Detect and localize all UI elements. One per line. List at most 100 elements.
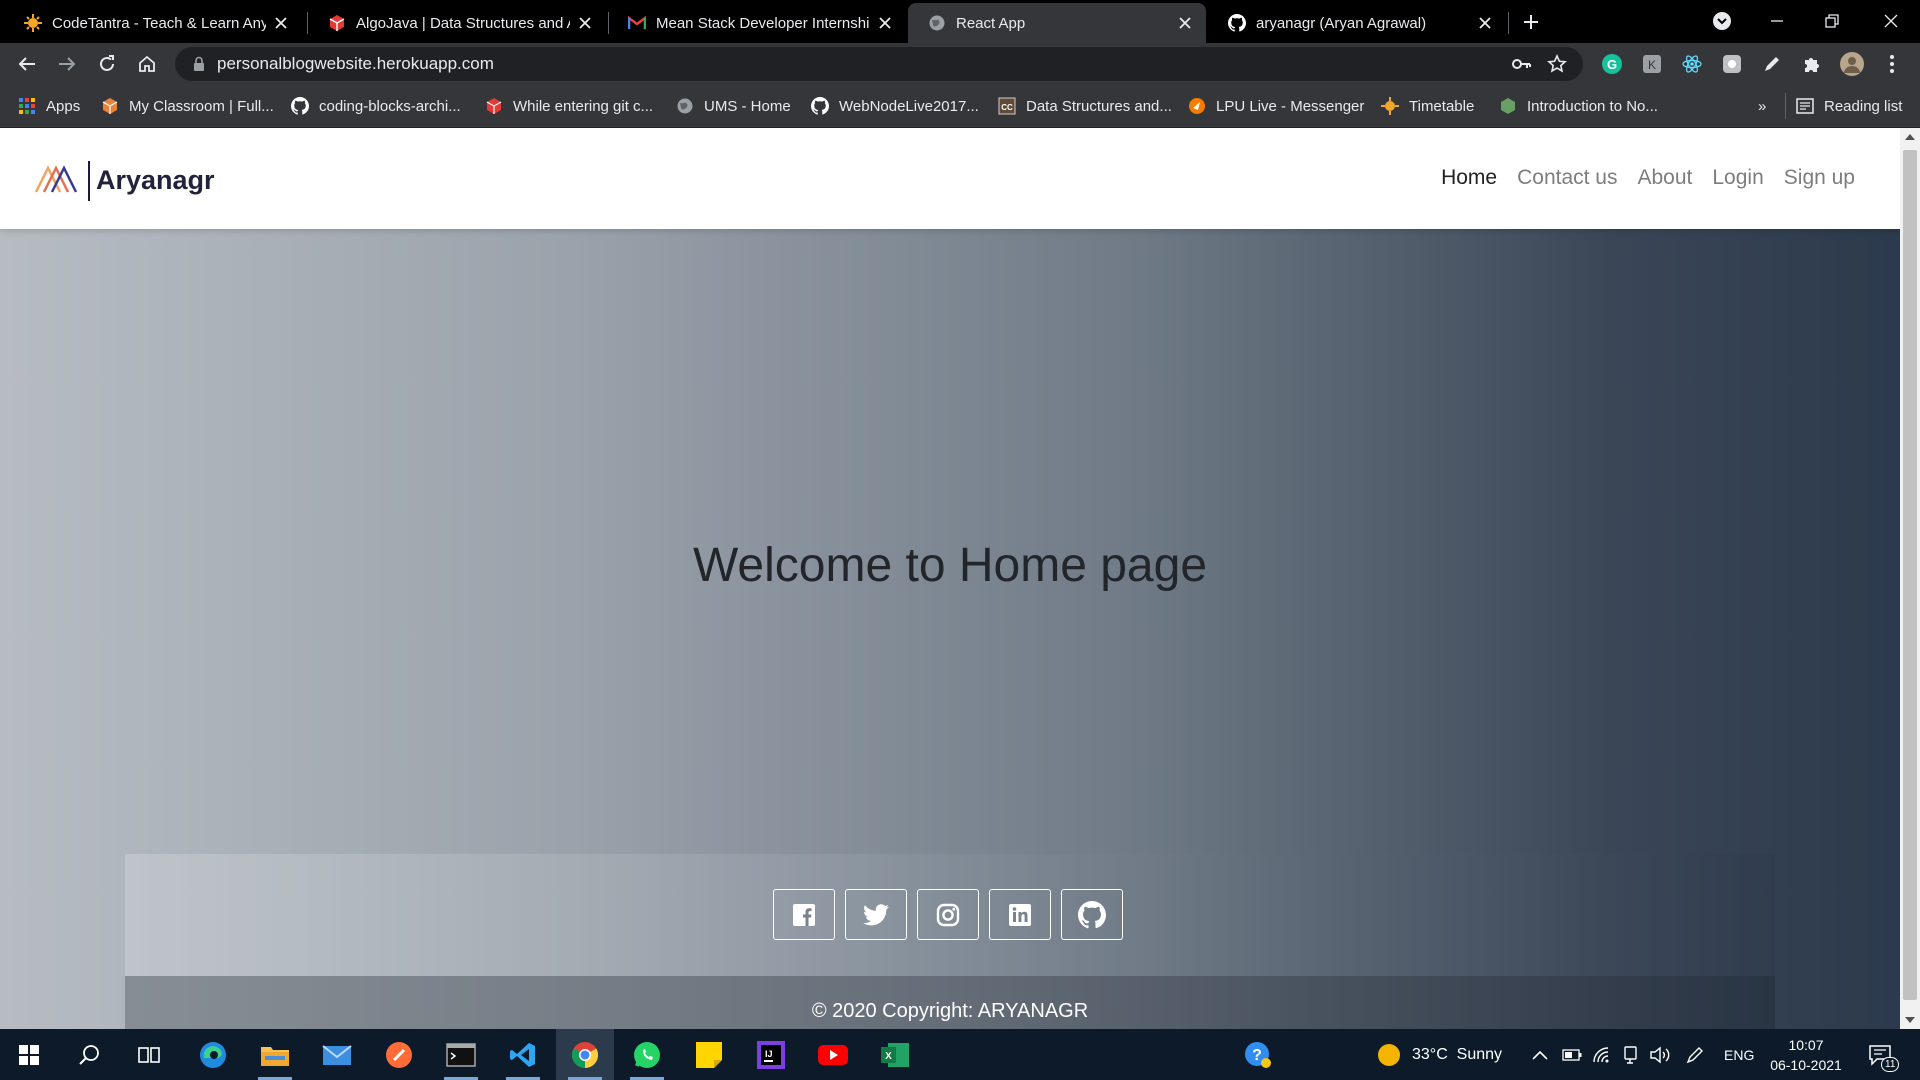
mail-taskbar-app[interactable] — [308, 1029, 366, 1080]
instagram-button[interactable] — [917, 889, 979, 940]
terminal-taskbar-app[interactable] — [432, 1029, 490, 1080]
home-icon[interactable] — [134, 51, 160, 77]
brand[interactable]: Aryanagr — [34, 160, 215, 201]
twitter-button[interactable] — [845, 889, 907, 940]
file-explorer-taskbar-app[interactable] — [246, 1029, 304, 1080]
pen-icon[interactable] — [1760, 52, 1784, 76]
chrome-taskbar-app[interactable] — [556, 1029, 614, 1080]
bookmark-star-icon[interactable] — [1547, 54, 1567, 79]
react-devtools-icon[interactable] — [1680, 52, 1704, 76]
tab-close-icon[interactable] — [576, 14, 594, 32]
tab-gmail[interactable]: Mean Stack Developer Internship — [608, 3, 906, 43]
minimize-icon[interactable] — [1764, 8, 1790, 34]
extension-k-icon[interactable]: K — [1640, 52, 1664, 76]
whatsapp-taskbar-app[interactable] — [618, 1029, 676, 1080]
linkedin-button[interactable] — [989, 889, 1051, 940]
reload-icon[interactable] — [94, 51, 120, 77]
intellij-icon: IJ — [757, 1040, 785, 1069]
tab-github[interactable]: aryanagr (Aryan Agrawal) — [1208, 3, 1506, 43]
clock[interactable]: 10:07 06-10-2021 — [1766, 1035, 1846, 1075]
excel-icon: X — [881, 1042, 909, 1067]
scrollbar-thumb[interactable] — [1903, 150, 1917, 1000]
tray-overflow-button[interactable] — [1532, 1029, 1548, 1080]
search-button[interactable] — [60, 1029, 118, 1080]
notification-center-button[interactable]: 11 — [1868, 1029, 1900, 1080]
tab-codetantra[interactable]: CodeTantra - Teach & Learn Anywhere — [4, 3, 302, 43]
input-language[interactable]: ENG — [1724, 1029, 1754, 1080]
tab-search-icon[interactable] — [1709, 8, 1735, 34]
scroll-up-arrow-icon[interactable] — [1905, 134, 1915, 140]
page-scrollbar[interactable] — [1900, 128, 1920, 1029]
bookmark-git[interactable]: While entering git c... — [485, 95, 653, 117]
nav-about[interactable]: About — [1637, 166, 1692, 190]
tab-close-icon[interactable] — [1476, 14, 1494, 32]
sticky-notes-icon — [696, 1041, 722, 1068]
weather-widget[interactable]: 33°C Sunny — [1376, 1029, 1502, 1080]
password-key-icon[interactable] — [1511, 55, 1531, 78]
facebook-button[interactable] — [773, 889, 835, 940]
bookmark-coding-blocks[interactable]: coding-blocks-archi... — [291, 95, 461, 117]
wifi-tray-icon[interactable] — [1592, 1029, 1612, 1080]
tab-close-icon[interactable] — [272, 14, 290, 32]
profile-avatar[interactable] — [1840, 52, 1864, 76]
bookmark-my-classroom[interactable]: My Classroom | Full... — [101, 95, 274, 117]
svg-text:CC: CC — [1001, 103, 1013, 112]
excel-taskbar-app[interactable]: X — [866, 1029, 924, 1080]
back-icon[interactable] — [14, 51, 40, 77]
bookmark-timetable[interactable]: Timetable — [1381, 95, 1474, 117]
bookmarks-divider — [1785, 93, 1786, 119]
forward-icon[interactable] — [54, 51, 80, 77]
task-view-button[interactable] — [120, 1029, 178, 1080]
twitter-icon — [863, 903, 889, 925]
scroll-down-arrow-icon[interactable] — [1905, 1017, 1915, 1023]
postman-taskbar-app[interactable] — [370, 1029, 428, 1080]
pen-workspace-tray-icon[interactable] — [1685, 1029, 1705, 1080]
lock-icon[interactable] — [193, 56, 205, 77]
github-button[interactable] — [1061, 889, 1123, 940]
youtube-taskbar-app[interactable] — [804, 1029, 862, 1080]
bookmark-introduction[interactable]: Introduction to No... — [1499, 95, 1658, 117]
nav-home[interactable]: Home — [1441, 166, 1497, 190]
start-button[interactable] — [0, 1029, 58, 1080]
browser-menu-icon[interactable] — [1880, 52, 1904, 76]
nav-sign-up[interactable]: Sign up — [1784, 166, 1855, 190]
sticky-notes-taskbar-app[interactable] — [680, 1029, 738, 1080]
bookmark-lpu-live[interactable]: LPU Live - Messenger — [1188, 95, 1364, 117]
bookmark-label: While entering git c... — [513, 97, 654, 115]
tab-close-icon[interactable] — [1176, 14, 1194, 32]
social-icons — [773, 889, 1123, 940]
volume-tray-icon[interactable] — [1650, 1029, 1670, 1080]
vscode-taskbar-app[interactable] — [494, 1029, 552, 1080]
browser-toolbar: personalblogwebsite.herokuapp.com G K — [0, 43, 1920, 85]
bookmark-webnodelive[interactable]: WebNodeLive2017... — [811, 95, 979, 117]
intellij-taskbar-app[interactable]: IJ — [742, 1029, 800, 1080]
edge-taskbar-app[interactable] — [184, 1029, 242, 1080]
codetantra-icon — [1381, 97, 1399, 115]
restore-icon[interactable] — [1819, 8, 1845, 34]
tab-react-app[interactable]: React App — [908, 3, 1206, 43]
cc-icon: CC — [998, 97, 1016, 115]
bookmark-ums-home[interactable]: UMS - Home — [676, 95, 791, 117]
windows-icon — [19, 1044, 39, 1065]
nav-contact-us[interactable]: Contact us — [1517, 166, 1617, 190]
battery-tray-icon[interactable] — [1562, 1029, 1582, 1080]
nav-login[interactable]: Login — [1712, 166, 1763, 190]
folder-icon — [261, 1046, 289, 1066]
nodejs-icon — [1499, 97, 1517, 115]
url-text[interactable]: personalblogwebsite.herokuapp.com — [217, 47, 494, 81]
grammarly-icon[interactable]: G — [1600, 52, 1624, 76]
extension-box-icon[interactable] — [1720, 52, 1744, 76]
tab-close-icon[interactable] — [876, 14, 894, 32]
new-tab-button[interactable] — [1519, 10, 1543, 34]
extensions-puzzle-icon[interactable] — [1800, 52, 1824, 76]
brand-name: Aryanagr — [96, 165, 215, 195]
bookmark-data-structures[interactable]: CC Data Structures and... — [998, 95, 1172, 117]
bookmarks-overflow-button[interactable]: » — [1758, 95, 1766, 117]
meet-now-tray-icon[interactable] — [1622, 1029, 1640, 1080]
tab-algojava[interactable]: AlgoJava | Data Structures and Algorithm… — [308, 3, 606, 43]
reading-list-button[interactable]: Reading list — [1796, 95, 1902, 117]
help-tray-button[interactable]: ? — [1229, 1029, 1287, 1080]
bookmark-apps[interactable]: Apps — [18, 95, 80, 117]
address-bar[interactable]: personalblogwebsite.herokuapp.com — [175, 47, 1583, 81]
close-window-icon[interactable] — [1878, 8, 1904, 34]
